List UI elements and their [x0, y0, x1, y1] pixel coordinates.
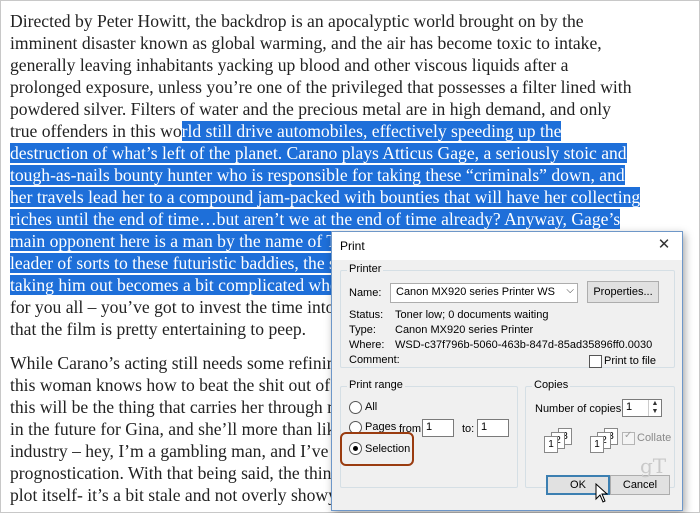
- print-dialog: Print ✕ Printer Name: Canon MX920 series…: [331, 231, 683, 511]
- chevron-down-icon: ⌵: [566, 285, 574, 296]
- selection-highlight-ring: [340, 432, 414, 466]
- comment-label: Comment:: [349, 354, 400, 366]
- article-line: powdered silver. Filters of water and th…: [10, 98, 611, 120]
- printer-name-label: Name:: [349, 287, 382, 299]
- article-line: industry – hey, I’m a gambling man, and …: [10, 440, 367, 462]
- article-line: riches until the end of time…but aren’t …: [10, 208, 621, 230]
- selected-text: destruction of what’s left of the planet…: [10, 143, 627, 163]
- article-line: her travels lead her to a compound jam-p…: [10, 186, 641, 208]
- to-input[interactable]: 1: [477, 419, 509, 437]
- print-range-group-label: Print range: [347, 379, 405, 391]
- article-line: in the future for Gina, and she’ll more …: [10, 418, 366, 440]
- article-line: prognostication. With that being said, t…: [10, 462, 358, 484]
- collate-label: Collate: [637, 432, 672, 444]
- page-icon: 1: [544, 436, 558, 453]
- article-text: this woman knows how to beat the shit ou…: [10, 375, 369, 395]
- number-of-copies-label: Number of copies:: [535, 403, 625, 415]
- spinner-arrows-icon[interactable]: ▲ ▼: [648, 400, 661, 416]
- type-label: Type:: [349, 324, 376, 336]
- checkmark-icon: ✓: [624, 430, 633, 441]
- copies-value: 1: [626, 401, 633, 413]
- where-label: Where:: [349, 339, 385, 351]
- type-value: Canon MX920 series Printer: [395, 324, 534, 336]
- from-input[interactable]: 1: [422, 419, 454, 437]
- selected-text: main opponent here is a man by the name …: [10, 231, 364, 251]
- article-line: imminent disaster known as global warmin…: [10, 32, 602, 54]
- article-line: this woman knows how to beat the shit ou…: [10, 374, 369, 396]
- article-text: for you all – you’ve got to invest the t…: [10, 297, 367, 317]
- article-line: this will be the thing that carries her …: [10, 396, 366, 418]
- to-value: 1: [481, 421, 488, 433]
- status-label: Status:: [349, 309, 384, 321]
- print-to-file-checkbox[interactable]: [589, 355, 602, 368]
- printer-name-select[interactable]: Canon MX920 series Printer WS ⌵: [390, 283, 578, 303]
- article-line: While Carano’s acting still needs some r…: [10, 352, 371, 374]
- from-value: 1: [426, 421, 433, 433]
- article-text: in the future for Gina, and she’ll more …: [10, 419, 367, 439]
- article-line: Directed by Peter Howitt, the backdrop i…: [10, 10, 584, 32]
- selected-text: taking him out becomes a bit complicated…: [10, 275, 347, 295]
- article-line: prolonged exposure, unless you’re one of…: [10, 76, 632, 98]
- article-line: generally leaving inhabitants yacking up…: [10, 54, 568, 76]
- where-value: WSD-c37f796b-5060-463b-847d-85ad35896ff0…: [395, 339, 653, 351]
- watermark-logo: gT: [640, 454, 667, 478]
- printer-group-label: Printer: [347, 263, 384, 275]
- to-label: to:: [462, 423, 475, 435]
- cancel-button[interactable]: Cancel: [610, 475, 670, 495]
- selected-text: riches until the end of time…but aren’t …: [10, 209, 621, 229]
- article-line: tough-as-nails bounty hunter who is resp…: [10, 164, 625, 186]
- article-text: prognostication. With that being said, t…: [10, 463, 359, 483]
- article-text: that the film is pretty entertaining to …: [10, 319, 307, 339]
- copies-group-label: Copies: [532, 379, 571, 391]
- article-text: Directed by Peter Howitt, the backdrop i…: [10, 11, 584, 31]
- article-line: main opponent here is a man by the name …: [10, 230, 364, 252]
- article-text: true offenders in this wo: [10, 121, 182, 141]
- close-icon[interactable]: ✕: [654, 235, 674, 255]
- article-line: taking him out becomes a bit complicated…: [10, 274, 372, 296]
- article-text: While Carano’s acting still needs some r…: [10, 353, 371, 373]
- article-text: industry – hey, I’m a gambling man, and …: [10, 441, 367, 461]
- all-radio[interactable]: [349, 401, 362, 414]
- selected-text: tough-as-nails bounty hunter who is resp…: [10, 165, 625, 185]
- properties-button[interactable]: Properties...: [587, 281, 659, 303]
- all-label[interactable]: All: [365, 401, 377, 413]
- article-text: generally leaving inhabitants yacking up…: [10, 55, 569, 75]
- page-icon: 1: [590, 436, 604, 453]
- dialog-titlebar[interactable]: Print ✕: [332, 232, 682, 260]
- article-line: true offenders in this world still drive…: [10, 120, 562, 142]
- selected-text: rld still drive automobiles, effectively…: [181, 121, 562, 141]
- article-text: imminent disaster known as global warmin…: [10, 33, 602, 53]
- article-line: destruction of what’s left of the planet…: [10, 142, 627, 164]
- copies-stepper[interactable]: 1 ▲ ▼: [622, 399, 662, 417]
- article-text: powdered silver. Filters of water and th…: [10, 99, 611, 119]
- status-value: Toner low; 0 documents waiting: [395, 309, 549, 321]
- article-line: leader of sorts to these futuristic badd…: [10, 252, 363, 274]
- printer-name-value: Canon MX920 series Printer WS: [396, 286, 555, 298]
- print-to-file-label[interactable]: Print to file: [604, 355, 656, 367]
- mouse-cursor-icon: [595, 483, 609, 503]
- article-line: that the film is pretty entertaining to …: [10, 318, 306, 340]
- selected-text: leader of sorts to these futuristic badd…: [10, 253, 363, 273]
- selected-text: her travels lead her to a compound jam-p…: [10, 187, 641, 207]
- collate-checkbox[interactable]: ✓: [622, 430, 635, 445]
- article-text: prolonged exposure, unless you’re one of…: [10, 77, 632, 97]
- article-text: this will be the thing that carries her …: [10, 397, 367, 417]
- dialog-title: Print: [340, 239, 365, 253]
- article-line: for you all – you’ve got to invest the t…: [10, 296, 367, 318]
